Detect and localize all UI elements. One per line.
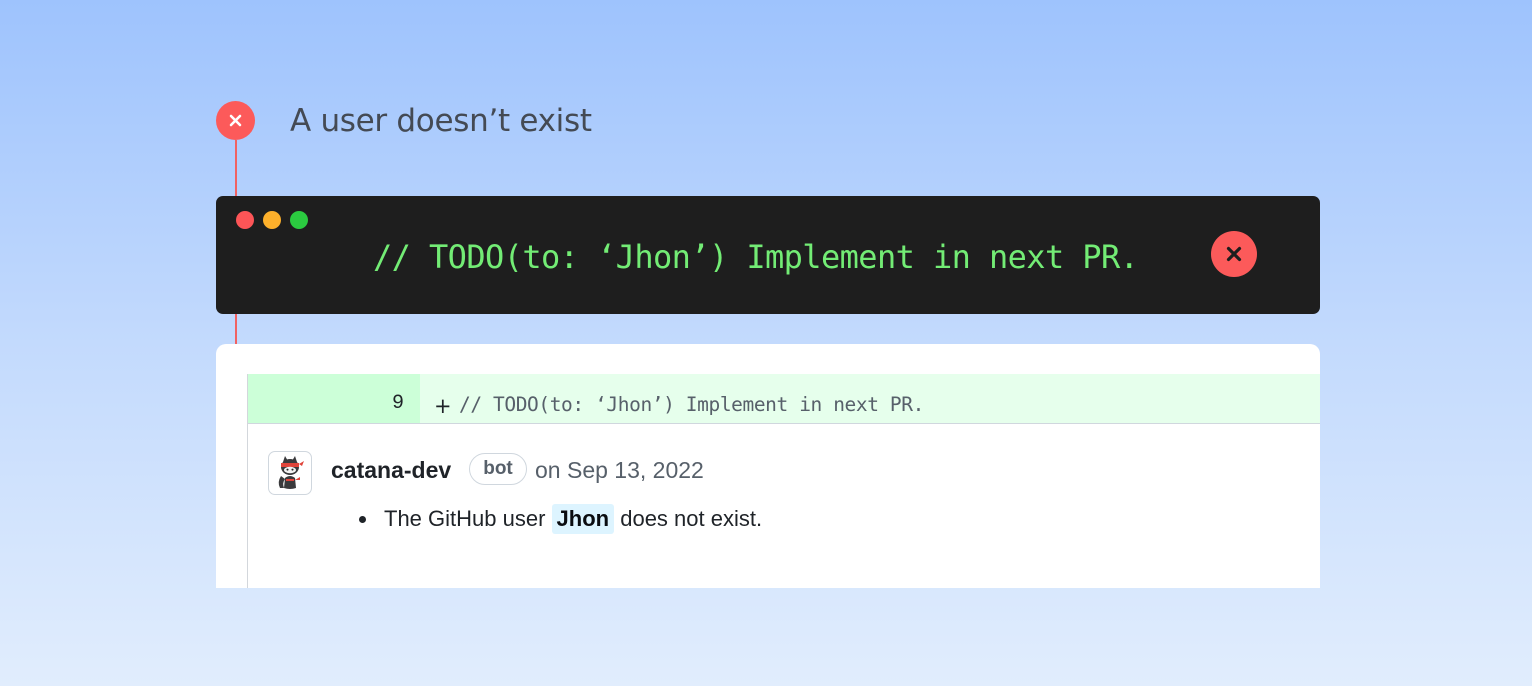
terminal-code-line: // TODO(to: ‘Jhon’) Implement in next PR…: [373, 238, 1139, 276]
diff-code-line: // TODO(to: ‘Jhon’) Implement in next PR…: [459, 393, 924, 416]
comment-timestamp[interactable]: on Sep 13, 2022: [535, 453, 704, 487]
window-maximize-dot: [290, 211, 308, 229]
bot-badge: bot: [469, 453, 527, 485]
x-icon: [1226, 246, 1242, 262]
list-item: The GitHub user Jhon does not exist.: [358, 504, 762, 534]
error-result-icon: [1211, 231, 1257, 277]
diff-added-marker: +: [434, 394, 452, 418]
window-minimize-dot: [263, 211, 281, 229]
user-mention[interactable]: Jhon: [551, 504, 615, 534]
error-status-icon: [216, 101, 255, 140]
x-icon: [229, 114, 242, 127]
avatar[interactable]: [268, 451, 312, 495]
window-close-dot: [236, 211, 254, 229]
page-title: A user doesn’t exist: [290, 103, 592, 139]
diff-line-number[interactable]: 9: [248, 374, 420, 423]
ninja-cat-avatar-icon: [278, 456, 304, 489]
pull-request-review-card: 9 + // TODO(to: ‘Jhon’) Implement in nex…: [216, 344, 1320, 588]
comment-author-link[interactable]: catana-dev: [331, 453, 451, 487]
comment-text-prefix: The GitHub user: [384, 506, 546, 531]
code-terminal: // TODO(to: ‘Jhon’) Implement in next PR…: [216, 196, 1320, 314]
diff-line-added[interactable]: 9 + // TODO(to: ‘Jhon’) Implement in nex…: [248, 374, 1320, 424]
comment-body: The GitHub user Jhon does not exist.: [358, 504, 762, 534]
comment-text-suffix: does not exist.: [620, 506, 763, 531]
